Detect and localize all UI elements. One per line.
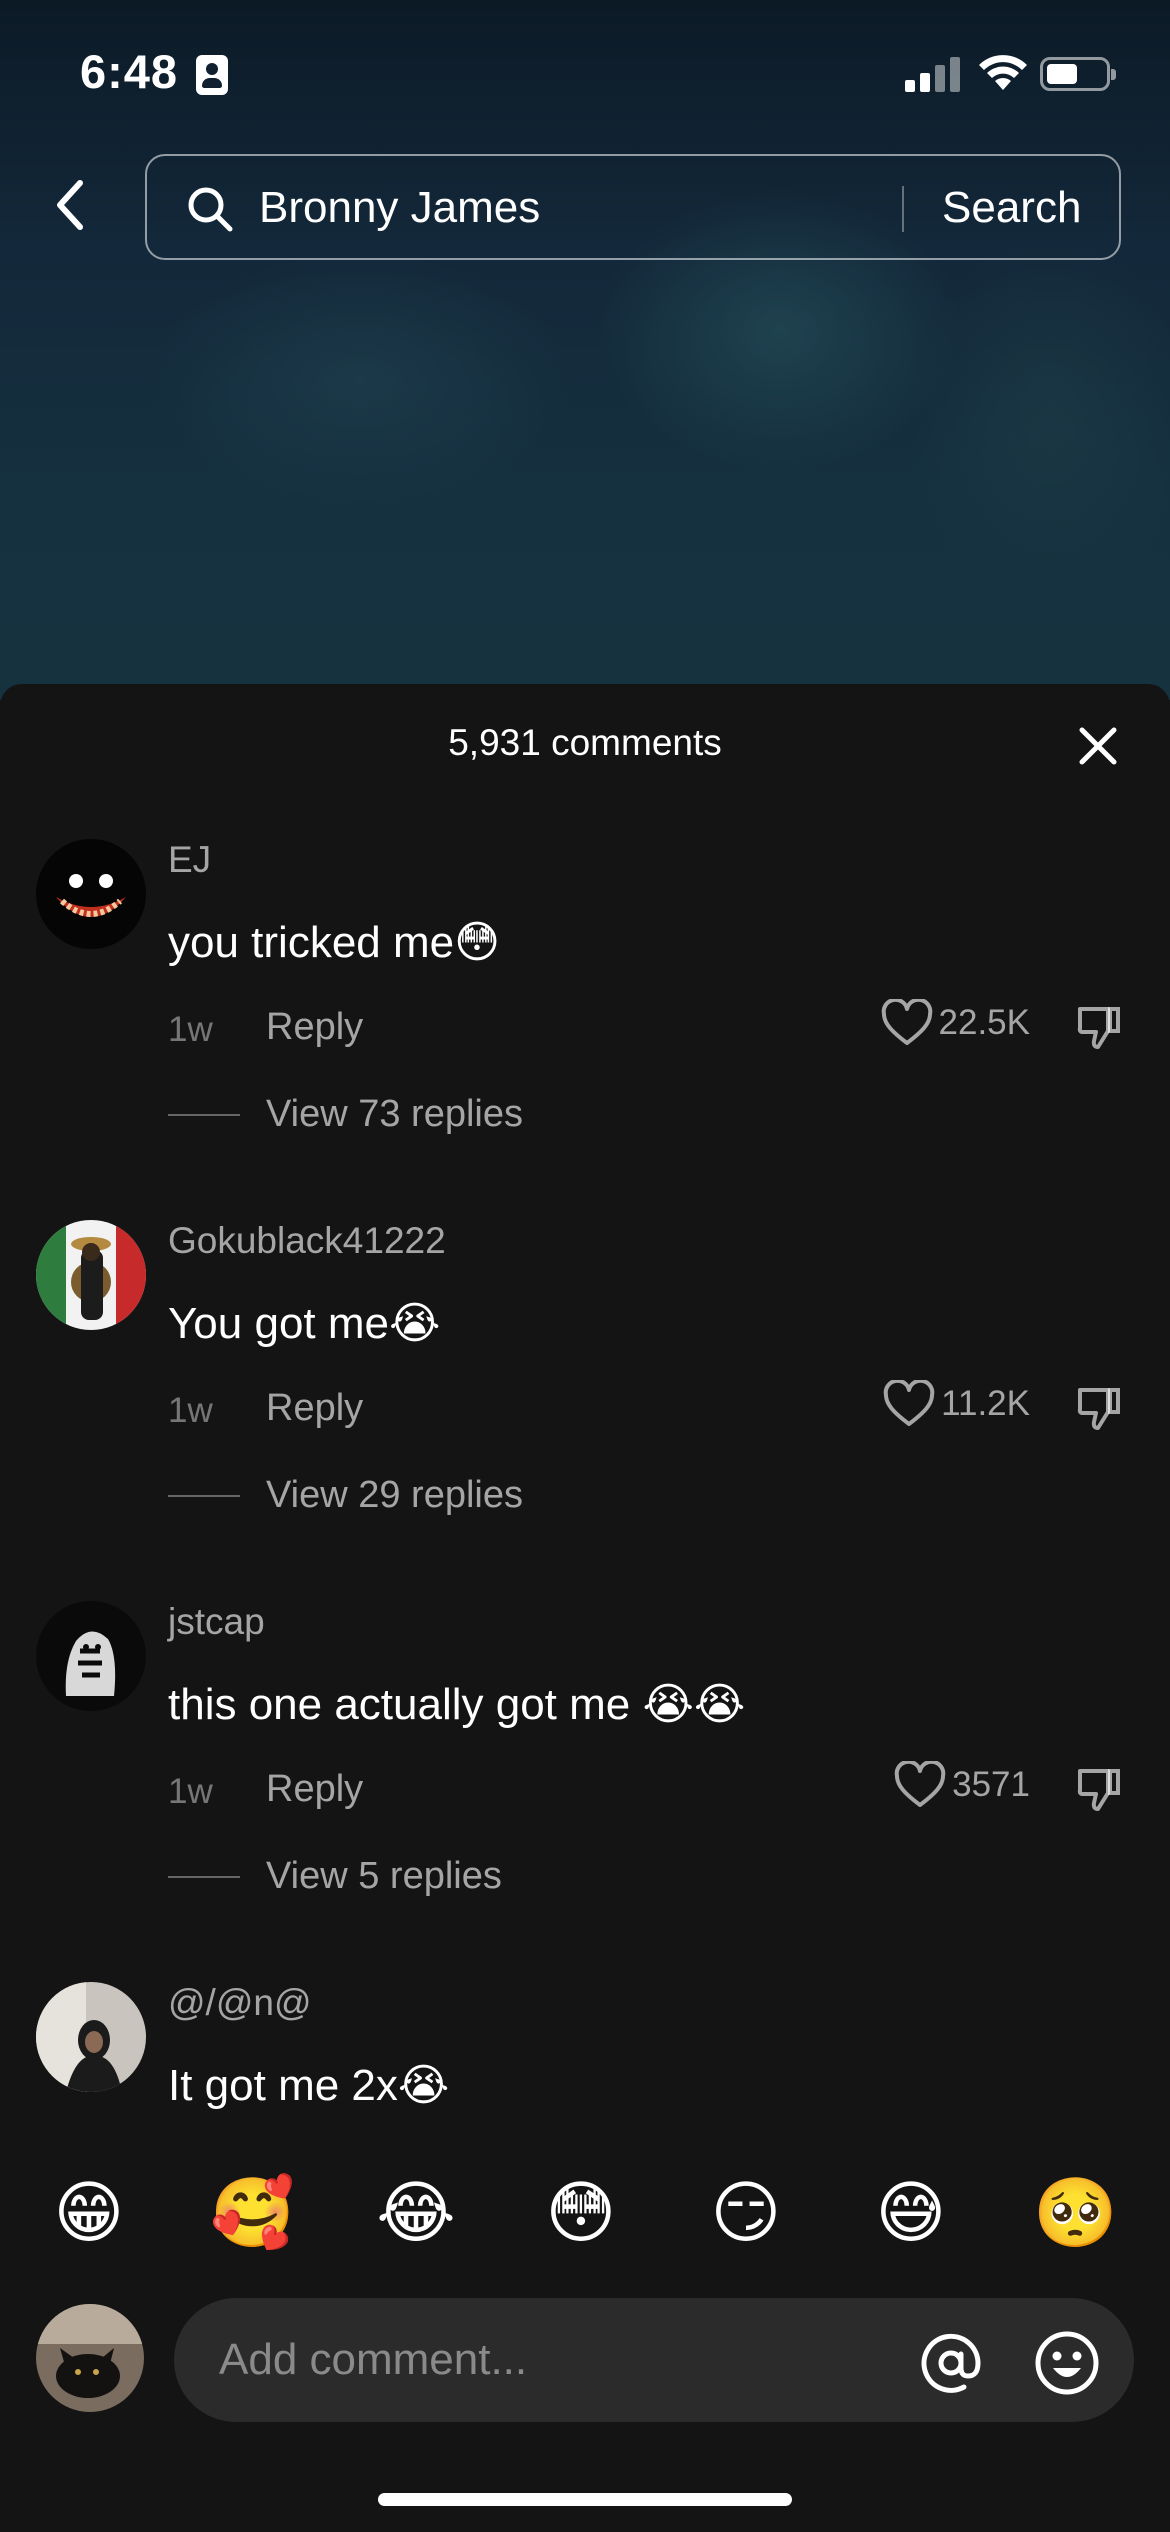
comment-username[interactable]: EJ: [168, 839, 211, 881]
comment-text: you tricked me😳: [168, 918, 500, 967]
reply-button[interactable]: Reply: [266, 1387, 363, 1430]
replies-divider-line: [168, 1113, 240, 1116]
contact-card-icon: [196, 55, 228, 95]
comment-username[interactable]: Gokublack41222: [168, 1220, 446, 1262]
like-count: 3571: [952, 1765, 1030, 1804]
wifi-icon: [979, 55, 1027, 90]
avatar-image: [36, 2304, 144, 2412]
emoji-tears-of-joy[interactable]: 😂: [374, 2172, 458, 2256]
avatar-image: [36, 839, 146, 949]
thumbs-down-icon[interactable]: [1074, 1382, 1124, 1432]
my-avatar[interactable]: [36, 2304, 144, 2412]
avatar[interactable]: [36, 1220, 146, 1330]
cellular-signal-icon: [905, 56, 961, 92]
comment-timestamp: 1w: [168, 1391, 213, 1430]
comment-input[interactable]: [174, 2298, 1134, 2422]
emoji-smiling-hearts[interactable]: 🥰: [210, 2172, 295, 2256]
avatar-image: [36, 1220, 146, 1330]
like-button[interactable]: 11.2K: [883, 1380, 1030, 1428]
view-replies-link[interactable]: View 29 replies: [168, 1474, 523, 1517]
view-replies-link[interactable]: View 5 replies: [168, 1855, 502, 1898]
comment-composer: [0, 2280, 1170, 2430]
emoji-grinning[interactable]: 😁: [47, 2172, 131, 2256]
view-replies-label: View 73 replies: [266, 1093, 524, 1135]
emoji-flushed[interactable]: 😳: [539, 2172, 623, 2256]
reply-button[interactable]: Reply: [266, 1006, 363, 1049]
thumbs-down-icon[interactable]: [1074, 1763, 1124, 1813]
thumbs-down-icon[interactable]: [1074, 1001, 1124, 1051]
comment-username[interactable]: @/@n@: [168, 1982, 312, 2024]
search-bar[interactable]: Bronny James Search: [145, 154, 1121, 260]
back-button[interactable]: [40, 170, 100, 240]
status-time: 6:48: [80, 45, 179, 98]
comment-timestamp: 1w: [168, 1772, 213, 1811]
home-indicator: [378, 2493, 792, 2506]
emoji-pleading[interactable]: 🥺: [1033, 2172, 1118, 2256]
like-count: 22.5K: [938, 1003, 1030, 1042]
avatar[interactable]: [36, 1601, 146, 1711]
status-bar: 6:48: [0, 0, 1170, 150]
view-replies-label: View 5 replies: [266, 1855, 502, 1897]
view-replies-label: View 29 replies: [266, 1474, 524, 1516]
reply-button[interactable]: Reply: [266, 1768, 363, 1811]
heart-icon: [881, 999, 932, 1045]
emoji-smirk[interactable]: 😏: [704, 2172, 788, 2256]
chevron-left-icon: [57, 180, 83, 230]
comment-text: You got me😭: [168, 1299, 441, 1348]
like-button[interactable]: 22.5K: [881, 999, 1030, 1047]
close-icon[interactable]: [1072, 720, 1124, 772]
mention-icon[interactable]: [918, 2330, 984, 2396]
like-count: 11.2K: [941, 1384, 1030, 1423]
search-button[interactable]: Search: [942, 183, 1081, 233]
heart-icon: [883, 1380, 935, 1426]
replies-divider-line: [168, 1875, 240, 1878]
avatar[interactable]: [36, 1982, 146, 2092]
comment-text: It got me 2x😭: [168, 2061, 450, 2110]
replies-divider-line: [168, 1494, 240, 1497]
search-divider: [902, 186, 904, 232]
like-button[interactable]: 3571: [894, 1761, 1030, 1809]
comments-count-title: 5,931 comments: [448, 722, 722, 763]
battery-icon: [1040, 57, 1116, 91]
heart-icon: [894, 1761, 946, 1807]
search-icon: [188, 187, 233, 232]
emoji-quick-bar: 😁 🥰 😂 😳 😏 😅 🥺: [0, 2160, 1170, 2270]
avatar-image: [36, 1982, 146, 2092]
avatar-image: [36, 1601, 146, 1711]
search-query[interactable]: Bronny James: [259, 183, 540, 233]
emoji-picker-icon[interactable]: [1032, 2328, 1102, 2398]
emoji-sweat-smile[interactable]: 😅: [869, 2172, 953, 2256]
comment-username[interactable]: jstcap: [168, 1601, 265, 1643]
comment-timestamp: 1w: [168, 1010, 213, 1049]
avatar[interactable]: [36, 839, 146, 949]
view-replies-link[interactable]: View 73 replies: [168, 1093, 523, 1136]
comment-text: this one actually got me 😭😭: [168, 1680, 746, 1729]
